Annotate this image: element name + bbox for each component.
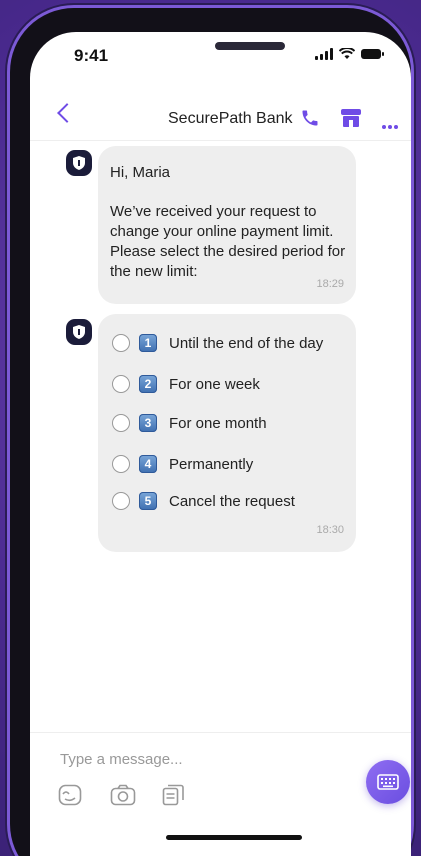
option-label: For one week <box>169 375 260 393</box>
radio-button[interactable] <box>112 414 130 432</box>
keycap-number: 1 <box>139 334 157 352</box>
chat-screen: 9:41 SecurePath Bank Hi, Maria We’ve rec… <box>30 32 411 856</box>
bank-avatar <box>66 150 92 176</box>
documents-icon[interactable] <box>162 784 188 806</box>
radio-button[interactable] <box>112 334 130 352</box>
chat-title: SecurePath Bank <box>168 110 293 127</box>
message-input[interactable] <box>58 750 312 769</box>
message-greeting: Hi, Maria <box>110 164 171 181</box>
chat-header: SecurePath Bank <box>30 82 411 142</box>
options-bubble: 1 Until the end of the day 2 For one wee… <box>98 314 356 552</box>
option-one-week[interactable]: 2 For one week <box>112 373 260 395</box>
keycap-number: 2 <box>139 375 157 393</box>
keycap-number: 5 <box>139 492 157 510</box>
message-text: We’ve received your request to change yo… <box>110 203 346 280</box>
home-indicator <box>166 835 302 840</box>
keyboard-icon <box>377 774 399 790</box>
phone-frame: 9:41 SecurePath Bank Hi, Maria We’ve rec… <box>10 8 411 856</box>
option-label: Permanently <box>169 455 254 473</box>
option-label: Until the end of the day <box>169 334 324 352</box>
message-time: 18:29 <box>316 278 344 290</box>
radio-button[interactable] <box>112 492 130 510</box>
radio-button[interactable] <box>112 455 130 473</box>
keyboard-button[interactable] <box>366 760 410 804</box>
keycap-number: 4 <box>139 455 157 473</box>
header-divider <box>30 140 411 141</box>
option-permanently[interactable]: 4 Permanently <box>112 453 253 475</box>
composer-divider <box>30 732 411 733</box>
back-button[interactable] <box>57 103 77 123</box>
radio-button[interactable] <box>112 375 130 393</box>
camera-icon[interactable] <box>110 784 136 806</box>
signal-icon <box>315 48 333 60</box>
status-icons <box>315 48 384 60</box>
shield-icon <box>73 156 85 170</box>
store-icon[interactable] <box>340 108 362 128</box>
option-one-month[interactable]: 3 For one month <box>112 412 267 434</box>
shield-icon <box>73 325 85 339</box>
keycap-number: 3 <box>139 414 157 432</box>
bank-avatar <box>66 319 92 345</box>
battery-icon <box>361 49 384 59</box>
sticker-icon[interactable] <box>58 784 82 806</box>
status-bar: 9:41 <box>30 32 411 82</box>
wifi-icon <box>339 48 355 59</box>
option-label: For one month <box>169 414 267 432</box>
message-bubble: Hi, Maria We’ve received your request to… <box>98 146 356 304</box>
option-until-end-of-day[interactable]: 1 Until the end of the day <box>112 332 323 354</box>
more-icon[interactable] <box>382 116 400 134</box>
message-time: 18:30 <box>316 524 344 536</box>
option-cancel-request[interactable]: 5 Cancel the request <box>112 490 295 512</box>
option-label: Cancel the request <box>169 492 295 510</box>
status-time: 9:41 <box>74 46 109 65</box>
phone-icon[interactable] <box>300 108 320 128</box>
